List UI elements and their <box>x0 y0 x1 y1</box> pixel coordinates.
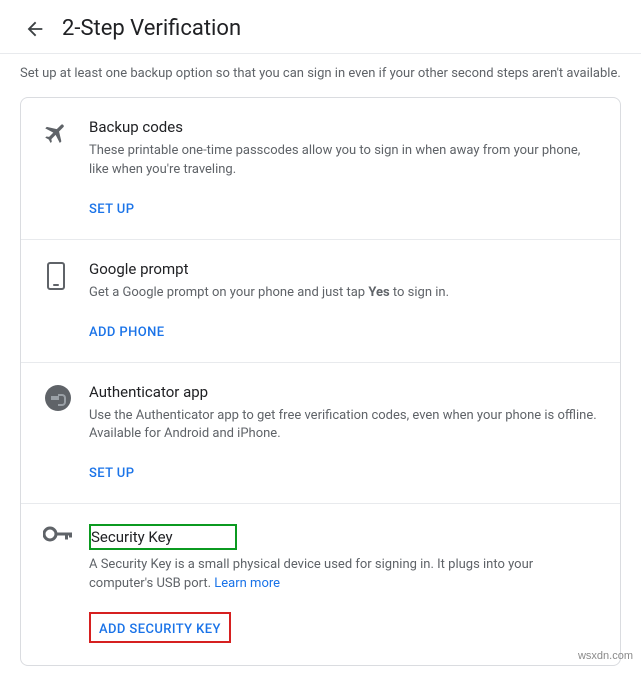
security-key-title: Security Key <box>91 528 173 546</box>
add-phone-link[interactable]: ADD PHONE <box>89 325 164 340</box>
prompt-desc-before: Get a Google prompt on your phone and ju… <box>89 285 368 300</box>
security-key-title-highlight: Security Key <box>89 524 237 550</box>
add-security-key-link[interactable]: ADD SECURITY KEY <box>99 622 221 637</box>
back-arrow-icon[interactable] <box>24 18 46 40</box>
section-google-prompt: Google prompt Get a Google prompt on you… <box>21 240 620 363</box>
key-icon <box>43 526 89 542</box>
page-title: 2-Step Verification <box>62 16 241 41</box>
section-backup-codes: Backup codes These printable one-time pa… <box>21 98 620 240</box>
backup-codes-desc: These printable one-time passcodes allow… <box>89 142 598 180</box>
backup-codes-setup-link[interactable]: SET UP <box>89 202 134 217</box>
backup-codes-title: Backup codes <box>89 118 598 136</box>
google-prompt-desc: Get a Google prompt on your phone and ju… <box>89 284 598 303</box>
prompt-desc-bold: Yes <box>368 285 389 300</box>
airplane-icon <box>43 120 89 146</box>
phone-icon <box>47 262 65 290</box>
security-key-desc-text: A Security Key is a small physical devic… <box>89 557 533 591</box>
authenticator-icon <box>45 385 71 411</box>
prompt-desc-after: to sign in. <box>390 285 449 300</box>
authenticator-desc: Use the Authenticator app to get free ve… <box>89 407 598 445</box>
section-authenticator: Authenticator app Use the Authenticator … <box>21 363 620 505</box>
section-security-key: Security Key A Security Key is a small p… <box>21 504 620 665</box>
authenticator-title: Authenticator app <box>89 383 598 401</box>
add-security-key-highlight: ADD SECURITY KEY <box>89 612 231 643</box>
learn-more-link[interactable]: Learn more <box>214 576 280 591</box>
watermark: wsxdn.com <box>578 650 633 662</box>
page-subtitle: Set up at least one backup option so tha… <box>0 54 641 97</box>
google-prompt-title: Google prompt <box>89 260 598 278</box>
header: 2-Step Verification <box>0 0 641 54</box>
security-key-desc: A Security Key is a small physical devic… <box>89 556 598 594</box>
options-card: Backup codes These printable one-time pa… <box>20 97 621 666</box>
authenticator-setup-link[interactable]: SET UP <box>89 466 134 481</box>
